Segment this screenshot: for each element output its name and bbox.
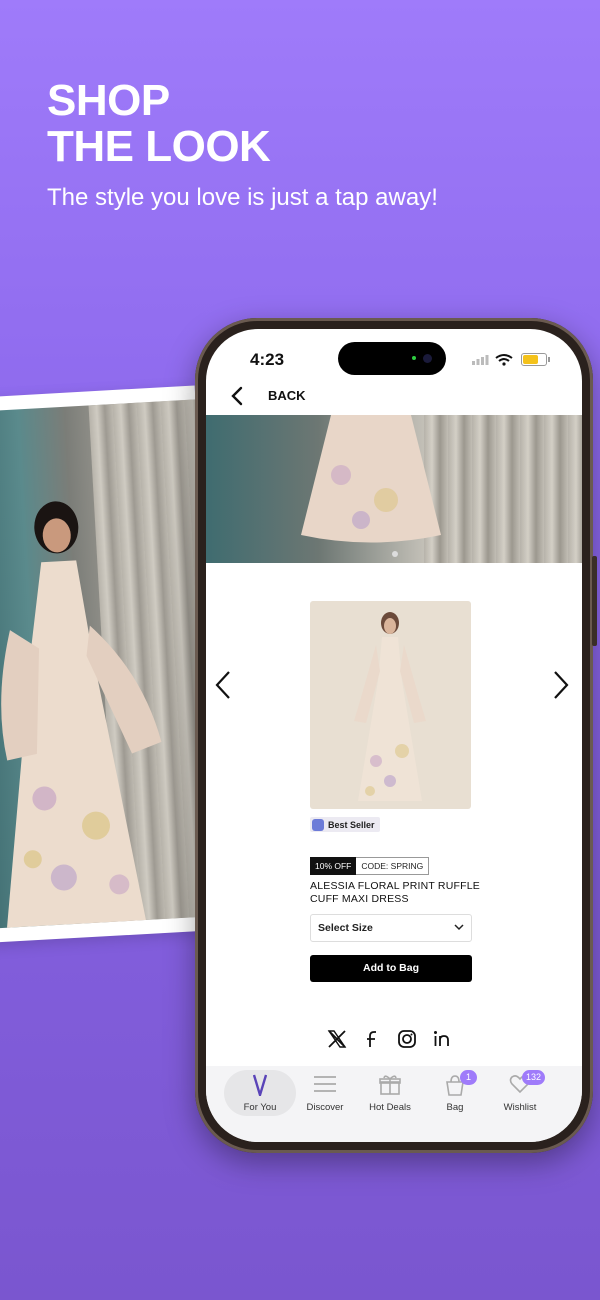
tab-label: Hot Deals: [369, 1102, 411, 1113]
back-arrow-icon[interactable]: [230, 386, 244, 406]
previous-arrow-icon[interactable]: [212, 669, 234, 701]
gift-icon: [379, 1075, 401, 1095]
tab-bag[interactable]: 1 Bag: [420, 1066, 490, 1116]
tab-hot-deals[interactable]: Hot Deals: [355, 1066, 425, 1116]
battery-icon: [521, 353, 550, 366]
lookbook-photo-card: [0, 385, 226, 944]
size-select[interactable]: Select Size: [310, 914, 472, 942]
phone-frame: 4:23 BACK Best Seller 10% OFF CODE: SPRI…: [195, 318, 597, 1153]
tab-label: Bag: [446, 1102, 464, 1113]
model-photo: [0, 399, 225, 929]
facebook-icon[interactable]: [361, 1028, 383, 1050]
bottom-tab-bar: For You Discover Hot Deals 1 Bag 132 Wis…: [206, 1066, 582, 1142]
product-image[interactable]: [310, 601, 471, 809]
tab-label: Wishlist: [503, 1102, 537, 1113]
dynamic-island: [338, 342, 446, 375]
chevron-down-icon: [454, 924, 464, 931]
status-time: 4:23: [250, 350, 285, 369]
tab-for-you[interactable]: For You: [225, 1066, 295, 1116]
menu-icon: [314, 1076, 336, 1092]
back-button[interactable]: BACK: [268, 388, 306, 403]
hero-image-carousel[interactable]: [206, 415, 582, 563]
app-screen: 4:23 BACK Best Seller 10% OFF CODE: SPRI…: [206, 329, 582, 1142]
x-icon[interactable]: [326, 1028, 348, 1050]
tab-wishlist[interactable]: 132 Wishlist: [485, 1066, 555, 1116]
product-dress-image: [354, 612, 426, 801]
discount-label: 10% OFF: [310, 857, 357, 875]
best-seller-label: Best Seller: [328, 819, 375, 830]
model-dress-image: [1, 501, 162, 929]
promo-subheading: The style you love is just a tap away!: [47, 184, 438, 211]
carousel-indicator: [392, 551, 398, 557]
size-select-label: Select Size: [318, 922, 373, 934]
social-links: [326, 1028, 453, 1050]
headline-line-2: THE LOOK: [47, 122, 271, 171]
best-seller-badge: Best Seller: [310, 817, 380, 832]
next-arrow-icon[interactable]: [550, 669, 572, 701]
add-to-bag-button[interactable]: Add to Bag: [310, 955, 472, 982]
badge-icon: [312, 818, 324, 831]
instagram-icon[interactable]: [396, 1028, 418, 1050]
wishlist-count-badge: 132: [522, 1070, 546, 1085]
product-name: ALESSIA FLORAL PRINT RUFFLE CUFF MAXI DR…: [310, 880, 480, 905]
promo-code-label: CODE: SPRING: [356, 857, 430, 875]
tab-label: For You: [243, 1102, 277, 1113]
tab-discover[interactable]: Discover: [290, 1066, 360, 1116]
tab-label: Discover: [306, 1102, 344, 1113]
bag-count-badge: 1: [460, 1070, 477, 1085]
header: BACK: [206, 377, 582, 417]
signal-wifi-icon: [472, 354, 513, 366]
headline-line-1: SHOP: [47, 76, 170, 125]
promo-headline: SHOP THE LOOK: [47, 76, 271, 171]
hero-dress-image: [301, 415, 441, 543]
brand-v-icon: [253, 1074, 267, 1096]
linkedin-icon[interactable]: [431, 1028, 453, 1050]
offer-tag: 10% OFF CODE: SPRING: [310, 857, 430, 875]
